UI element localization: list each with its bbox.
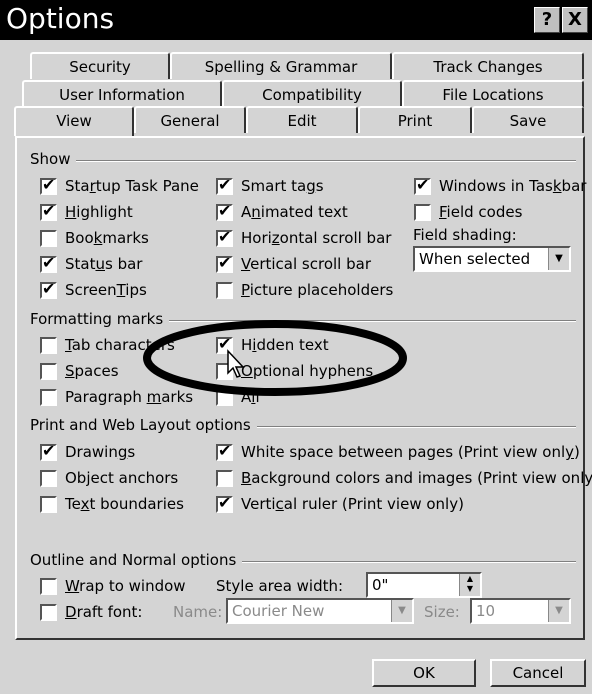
checkbox-label: Wrap to window: [65, 577, 186, 595]
checkbox-box[interactable]: [40, 230, 57, 247]
field-shading-value: When selected: [419, 250, 531, 268]
checkbox-box[interactable]: ✔: [216, 201, 233, 221]
check-mark-icon: ✔: [218, 175, 232, 194]
checkbox-label: Bookmarks: [65, 229, 149, 247]
checkbox-label: Vertical ruler (Print view only): [241, 495, 464, 513]
checkbox-label: Highlight: [65, 203, 133, 221]
font-name-label: Name:: [173, 603, 223, 621]
chevron-down-icon[interactable]: ▼: [548, 600, 569, 622]
checkbox-box[interactable]: ✔: [414, 175, 431, 195]
checkbox-label: Vertical scroll bar: [241, 255, 371, 273]
checkbox-box[interactable]: [216, 470, 233, 487]
tab-print[interactable]: Print: [358, 106, 472, 133]
checkbox-label: Horizontal scroll bar: [241, 229, 392, 247]
checkbox-label: Status bar: [65, 255, 143, 273]
checkbox-label: White space between pages (Print view on…: [241, 443, 580, 461]
tab-track-changes[interactable]: Track Changes: [392, 52, 584, 79]
check-mark-icon: ✔: [416, 175, 430, 194]
check-mark-icon: ✔: [42, 201, 56, 220]
checkbox-label: Picture placeholders: [241, 281, 394, 299]
checkbox-box[interactable]: ✔: [40, 175, 57, 195]
checkbox-box[interactable]: [216, 282, 233, 299]
font-size-label: Size:: [424, 603, 460, 621]
tab-edit[interactable]: Edit: [246, 106, 358, 133]
checkbox-box[interactable]: [414, 204, 431, 221]
check-mark-icon: ✔: [42, 175, 56, 194]
font-size-dropdown[interactable]: 10 ▼: [470, 598, 571, 624]
tab-security[interactable]: Security: [30, 52, 170, 79]
chevron-down-icon[interactable]: ▼: [548, 248, 569, 270]
tab-user-information[interactable]: User Information: [22, 80, 222, 107]
chevron-down-icon[interactable]: ▼: [391, 600, 412, 622]
check-mark-icon: ✔: [218, 227, 232, 246]
checkbox-box[interactable]: [40, 496, 57, 513]
highlight-ellipse: [143, 320, 407, 396]
check-mark-icon: ✔: [42, 253, 56, 272]
check-mark-icon: ✔: [42, 279, 56, 298]
group-label: Show: [30, 150, 77, 168]
checkbox-label: Field codes: [439, 203, 523, 221]
cancel-button[interactable]: Cancel: [490, 659, 586, 687]
checkbox-label: Smart tags: [241, 177, 324, 195]
checkbox-box[interactable]: ✔: [216, 175, 233, 195]
spinner-icon[interactable]: ▲ ▼: [459, 574, 480, 596]
checkbox-box[interactable]: ✔: [40, 253, 57, 273]
tab-general[interactable]: General: [134, 106, 246, 133]
checkbox-box[interactable]: [40, 337, 57, 354]
check-mark-icon: ✔: [218, 201, 232, 220]
group-label: Print and Web Layout options: [30, 416, 257, 434]
check-mark-icon: ✔: [218, 253, 232, 272]
checkbox-box[interactable]: [40, 470, 57, 487]
checkbox-label: ScreenTips: [65, 281, 147, 299]
style-area-width-input[interactable]: 0" ▲ ▼: [366, 572, 482, 598]
group-label: Outline and Normal options: [30, 551, 243, 569]
checkbox-box[interactable]: ✔: [216, 493, 233, 513]
checkbox-box[interactable]: [40, 389, 57, 406]
checkbox-box[interactable]: ✔: [216, 227, 233, 247]
checkbox-label: Object anchors: [65, 469, 179, 487]
tab-view[interactable]: View: [14, 106, 134, 136]
help-button[interactable]: ?: [534, 7, 560, 33]
check-mark-icon: ✔: [218, 441, 232, 460]
checkbox-label: Animated text: [241, 203, 348, 221]
close-button[interactable]: X: [562, 7, 588, 33]
mouse-cursor-icon: [227, 349, 245, 378]
checkbox-label: Text boundaries: [65, 495, 184, 513]
checkbox-label: Drawings: [65, 443, 136, 461]
checkbox-box[interactable]: ✔: [40, 201, 57, 221]
options-dialog: Options ? X Show ✔ Startup Task Pane ✔ Highl…: [0, 0, 592, 694]
group-divider: [30, 160, 576, 162]
checkbox-label: Windows in Taskbar: [439, 177, 587, 195]
field-shading-dropdown[interactable]: When selected ▼: [413, 246, 571, 272]
tab-compatibility[interactable]: Compatibility: [222, 80, 402, 107]
checkbox-box[interactable]: ✔: [216, 253, 233, 273]
tab-spelling-grammar[interactable]: Spelling & Grammar: [170, 52, 392, 79]
dialog-title: Options: [6, 2, 115, 35]
checkbox-box[interactable]: ✔: [40, 441, 57, 461]
tab-file-locations[interactable]: File Locations: [402, 80, 584, 107]
check-mark-icon: ✔: [218, 493, 232, 512]
checkbox-box[interactable]: [40, 363, 57, 380]
checkbox-label: Draft font:: [65, 603, 143, 621]
font-name-dropdown[interactable]: Courier New ▼: [226, 598, 414, 624]
tab-save[interactable]: Save: [472, 106, 584, 133]
title-bar: Options ? X: [0, 0, 592, 40]
checkbox-label: Background colors and images (Print view…: [241, 469, 592, 487]
checkbox-box[interactable]: ✔: [216, 441, 233, 461]
checkbox-box[interactable]: ✔: [40, 279, 57, 299]
checkbox-label: Spaces: [65, 362, 119, 380]
check-mark-icon: ✔: [42, 441, 56, 460]
field-shading-label: Field shading:: [413, 226, 517, 244]
checkbox-label: Startup Task Pane: [65, 177, 199, 195]
ok-button[interactable]: OK: [372, 659, 476, 687]
checkbox-box[interactable]: [40, 578, 57, 595]
checkbox-box[interactable]: [40, 604, 57, 621]
style-area-width-label: Style area width:: [216, 577, 344, 595]
